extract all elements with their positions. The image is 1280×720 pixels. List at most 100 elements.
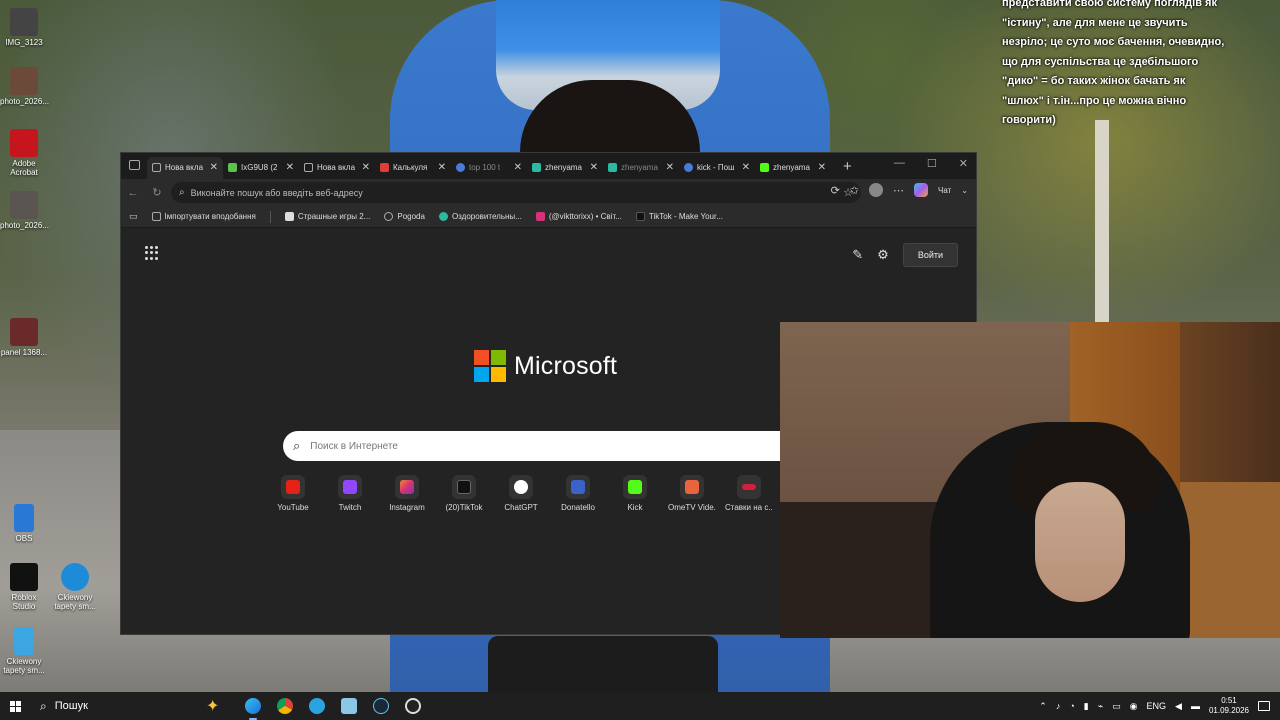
back-icon[interactable]: ← <box>121 187 145 199</box>
network-icon[interactable]: ◉ <box>1130 701 1138 712</box>
quick-link-tiktok[interactable]: (20)TikTok <box>440 475 488 512</box>
minimize-button[interactable]: — <box>894 157 905 170</box>
browser-tab[interactable]: Калькуля ✕ <box>375 157 451 179</box>
bookmark-item[interactable]: TikTok - Make Your... <box>635 212 723 221</box>
quick-link-bets[interactable]: Ставки на с... <box>725 475 773 512</box>
tab-actions-icon[interactable] <box>129 160 140 170</box>
quick-link-donatello[interactable]: Donatello <box>554 475 602 512</box>
tab-close-icon[interactable]: ✕ <box>742 162 750 173</box>
extensions-icon[interactable]: ⟳ <box>831 184 840 197</box>
import-icon <box>151 212 161 221</box>
window-controls: — ☐ ✕ <box>894 157 968 170</box>
bet-icon <box>737 475 761 499</box>
tab-close-icon[interactable]: ✕ <box>286 162 294 173</box>
widgets-sparkle-icon[interactable]: ✦ <box>206 696 234 716</box>
close-button[interactable]: ✕ <box>959 157 968 170</box>
more-menu-icon[interactable]: ⋯ <box>893 184 904 197</box>
windows-logo-icon <box>9 700 21 712</box>
bookmark-import[interactable]: Імпортувати вподобання <box>151 212 256 221</box>
taskbar-app-notepad[interactable] <box>338 695 360 717</box>
chrome-icon <box>277 698 293 714</box>
quick-link-instagram[interactable]: Instagram <box>383 475 431 512</box>
desktop-icon[interactable]: panel 1368... <box>0 318 48 357</box>
browser-tab[interactable]: kick - Пош ✕ <box>679 157 755 179</box>
favorites-icon[interactable]: ✩ <box>850 184 859 197</box>
tab-close-icon[interactable]: ✕ <box>362 162 370 173</box>
headset-icon[interactable]: ◔ <box>1069 701 1074 711</box>
desktop-icon[interactable]: Roblox Studio <box>0 563 48 611</box>
quick-link-ometv[interactable]: OmeTV Vide... <box>668 475 716 512</box>
volume-icon[interactable]: ♪ <box>1056 701 1061 711</box>
donatello-icon <box>566 475 590 499</box>
system-tray: ⌃ ♪ ◔ ▮ ⌁ ▭ ◉ ENG ◀ ▬ 0:51 01.09.2026 <box>1039 692 1270 720</box>
address-input[interactable]: ⌕ Виконайте пошук або введіть веб-адресу… <box>171 182 861 203</box>
gear-icon[interactable]: ⚙ <box>877 247 889 263</box>
tab-close-icon[interactable]: ✕ <box>590 162 598 173</box>
desktop-icon[interactable]: Adobe Acrobat <box>0 129 48 177</box>
tab-close-icon[interactable]: ✕ <box>210 162 218 173</box>
desktop-icon[interactable]: IMG_3123 <box>0 8 48 47</box>
copilot-icon[interactable] <box>914 183 929 197</box>
bookmark-item[interactable]: (@vikttorixx) • Світ... <box>535 212 622 221</box>
microphone-icon[interactable]: ▮ <box>1084 701 1089 712</box>
profile-avatar-icon[interactable] <box>869 183 884 197</box>
browser-tab[interactable]: zhenyama ✕ <box>755 157 831 179</box>
browser-tab[interactable]: Нова вкла ✕ <box>147 156 223 179</box>
edit-pencil-icon[interactable]: ✎ <box>852 247 863 263</box>
taskbar-app-telegram[interactable] <box>306 695 328 717</box>
notifications-icon[interactable] <box>1258 701 1270 711</box>
language-indicator[interactable]: ENG <box>1147 701 1167 711</box>
tiktok-icon <box>635 212 645 221</box>
bookmark-item[interactable]: Pogoda <box>384 212 425 221</box>
taskbar-app-edge[interactable] <box>242 695 264 720</box>
signin-button[interactable]: Войти <box>902 243 958 267</box>
display-icon[interactable]: ▭ <box>1112 701 1121 712</box>
web-search-input[interactable]: ⌕ Поиск в Интернете <box>283 431 803 461</box>
maximize-button[interactable]: ☐ <box>927 157 937 170</box>
microsoft-squares-icon <box>474 350 506 382</box>
search-icon: ⌕ <box>293 438 301 453</box>
browser-tab[interactable]: IxG9U8 (2 ✕ <box>223 157 299 179</box>
image-icon <box>10 8 38 36</box>
taskbar-app-chrome[interactable] <box>274 695 296 717</box>
bookmark-item[interactable]: Оздоровительны... <box>438 212 522 221</box>
browser-tab[interactable]: top 100 t ✕ <box>451 157 527 179</box>
bookmarks-bar: ▭ Імпортувати вподобання Страшные игры 2… <box>121 206 976 228</box>
quick-link-kick[interactable]: Kick <box>611 475 659 512</box>
apps-launcher-icon[interactable] <box>145 246 159 260</box>
tt-icon <box>532 163 541 172</box>
battery-icon[interactable]: ▬ <box>1191 701 1200 711</box>
taskbar-search[interactable]: ⌕ Пошук <box>30 699 180 714</box>
webcam-feed <box>780 322 1280 638</box>
quick-link-chatgpt[interactable]: ChatGPT <box>497 475 545 512</box>
chevron-up-icon[interactable]: ⌃ <box>1039 701 1047 712</box>
browser-tab[interactable]: zhenyama ✕ <box>527 157 603 179</box>
reading-list-icon[interactable]: ▭ <box>129 211 138 222</box>
tab-close-icon[interactable]: ✕ <box>818 162 826 173</box>
desktop-icon[interactable]: photo_2026... <box>0 67 49 106</box>
bookmark-item[interactable]: Страшные игры 2... <box>284 212 370 221</box>
tab-close-icon[interactable]: ✕ <box>438 162 446 173</box>
refresh-icon[interactable]: ↻ <box>145 186 169 199</box>
tt-icon <box>608 163 617 172</box>
browser-tab[interactable]: zhenyama ✕ <box>603 157 679 179</box>
desktop-icon[interactable]: Сkiewony tapety sm... <box>51 563 99 611</box>
taskbar-app-obs[interactable] <box>402 695 424 717</box>
chevron-down-icon[interactable]: ⌄ <box>961 186 968 195</box>
desktop-icon[interactable]: photo_2026... <box>0 191 49 230</box>
quick-link-twitch[interactable]: Twitch <box>326 475 374 512</box>
usb-icon[interactable]: ⌁ <box>1098 701 1103 712</box>
tab-close-icon[interactable]: ✕ <box>666 162 674 173</box>
chat-button[interactable]: Чат <box>938 186 951 195</box>
speaker-icon[interactable]: ◀ <box>1175 701 1182 712</box>
desktop-icon[interactable]: OBS <box>0 504 48 543</box>
start-button[interactable] <box>0 700 30 712</box>
new-tab-button[interactable]: + <box>843 158 852 175</box>
browser-tab[interactable]: Нова вкла ✕ <box>299 157 375 179</box>
taskbar-app-steam[interactable] <box>370 695 392 717</box>
instagram-icon <box>535 212 545 221</box>
clock[interactable]: 0:51 01.09.2026 <box>1209 696 1249 716</box>
quick-link-youtube[interactable]: YouTube <box>269 475 317 512</box>
desktop-icon[interactable]: Сkiewony tapety sm... <box>0 627 48 675</box>
tab-close-icon[interactable]: ✕ <box>514 162 522 173</box>
